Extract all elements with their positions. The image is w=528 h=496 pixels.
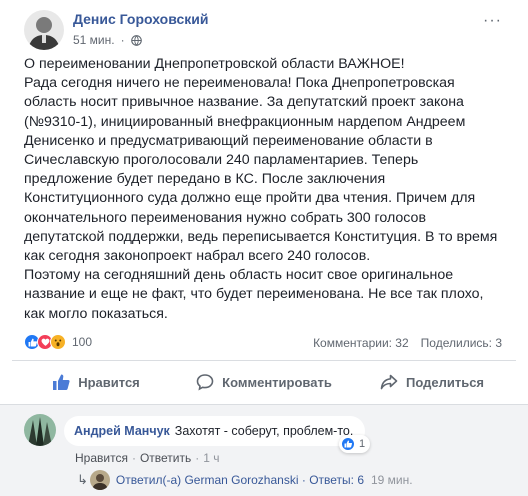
- comment-time[interactable]: 1 ч: [203, 451, 219, 465]
- reply-separator: ·: [301, 473, 306, 487]
- post-body-line: Денисенко и предусматривающий переименов…: [24, 132, 433, 149]
- comment-actions: Нравится · Ответить · 1 ч: [75, 451, 220, 465]
- globe-icon[interactable]: [130, 34, 142, 46]
- post-body-line: как сегодня законопроект набрал всего 24…: [24, 248, 371, 265]
- post-actions-bar: Нравится Комментировать Поделиться: [12, 362, 516, 402]
- replier-avatar: [89, 470, 110, 490]
- reply-time: 19 мин.: [371, 473, 413, 487]
- commenter-avatar[interactable]: [24, 414, 56, 446]
- post-body-line: (№9310-1), инициированный внефракционным…: [24, 113, 466, 130]
- reply-count: Ответы: 6: [309, 473, 364, 487]
- facebook-post: Денис Гороховский 51 мин. · ··· О переим…: [0, 0, 528, 496]
- comment-reactions[interactable]: 1: [339, 435, 371, 453]
- comments-section: Андрей Манчук Захотят - соберут, проблем…: [0, 405, 528, 496]
- post-body-line: Сичеславскую проголосовали 240 парламент…: [24, 152, 419, 169]
- post-body-line: Поэтому на сегодняшний день область носи…: [24, 267, 454, 284]
- comment-icon: [196, 374, 214, 391]
- separator: ·: [195, 451, 200, 465]
- post-body-line: предложение будет передано в КС. После з…: [24, 171, 386, 188]
- meta-separator: ·: [120, 33, 125, 47]
- comment-likes-count: 1: [359, 438, 366, 450]
- post-body-line: название и еще не факт, что будет переим…: [24, 286, 484, 303]
- post-time[interactable]: 51 мин.: [73, 33, 115, 47]
- thumbs-up-icon: [53, 374, 70, 390]
- comment-like-link[interactable]: Нравится: [75, 451, 128, 465]
- divider: [12, 360, 516, 361]
- wow-reaction-icon: [50, 334, 66, 350]
- reply-author-text: Ответил(-а) German Gorozhanski: [115, 473, 299, 487]
- comment-button[interactable]: Комментировать: [180, 362, 348, 402]
- reactions-count: 100: [72, 335, 93, 349]
- like-reaction-icon: [341, 437, 355, 451]
- share-icon: [380, 374, 398, 390]
- reply-arrow-icon: ↳: [77, 472, 88, 487]
- post-body-line: Рада сегодня ничего не переименовала! По…: [24, 75, 455, 92]
- replies-summary[interactable]: Ответил(-а) German Gorozhanski · Ответы:…: [116, 473, 364, 487]
- post-body-line: как могло показаться.: [24, 305, 168, 322]
- replies-preview[interactable]: ↳ Ответил(-а) German Gorozhanski · Ответ…: [77, 470, 413, 490]
- like-button-label: Нравится: [78, 374, 140, 390]
- share-button[interactable]: Поделиться: [348, 362, 516, 402]
- comment-button-label: Комментировать: [222, 374, 332, 390]
- post-body-line: область носит привычное название. За деп…: [24, 94, 464, 111]
- more-options-icon[interactable]: ···: [483, 12, 502, 30]
- separator: ·: [131, 451, 136, 465]
- post-body: О переименовании Днепропетровской област…: [24, 55, 514, 324]
- post-body-line: О переименовании Днепропетровской област…: [24, 56, 405, 72]
- author-name[interactable]: Денис Гороховский: [73, 11, 208, 27]
- post-body-line: Конституционного суда должно еще пройти …: [24, 190, 476, 207]
- post-body-line: окончательного переименования нужно собр…: [24, 209, 426, 226]
- post-body-line: депутатской поддержки, ведь переписывает…: [24, 228, 498, 245]
- comment-text: Захотят - соберут, проблем-то.: [174, 424, 354, 438]
- shares-count[interactable]: Поделились: 3: [421, 336, 502, 350]
- author-avatar[interactable]: [24, 10, 64, 50]
- share-button-label: Поделиться: [405, 374, 485, 390]
- comment-author[interactable]: Андрей Манчук: [74, 424, 170, 438]
- comments-count[interactable]: Комментарии: 32: [313, 336, 409, 350]
- like-button[interactable]: Нравится: [12, 362, 180, 402]
- comment-bubble: Андрей Манчук Захотят - соберут, проблем…: [64, 416, 366, 446]
- counts-gap: [409, 336, 421, 350]
- reactions-summary[interactable]: 100: [24, 334, 92, 350]
- engagement-counts: Комментарии: 32 Поделились: 3: [313, 336, 502, 350]
- comment-reply-link[interactable]: Ответить: [140, 451, 191, 465]
- post-meta: 51 мин. ·: [73, 33, 142, 47]
